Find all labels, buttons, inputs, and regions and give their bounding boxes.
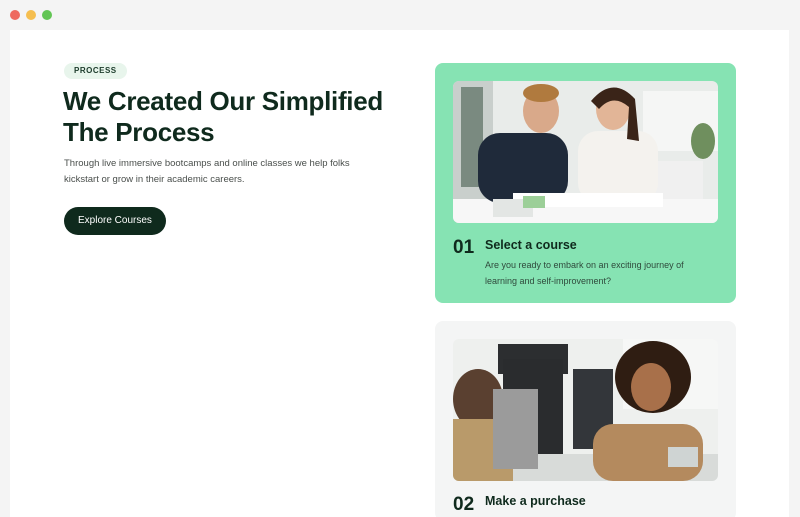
step-number: 01 (453, 237, 475, 258)
two-students-studying-photo (453, 81, 718, 223)
maximize-window-button[interactable] (42, 10, 52, 20)
step-card-1[interactable]: 01 Select a course Are you ready to emba… (435, 63, 736, 303)
step-title: Select a course (485, 238, 577, 252)
hero-description: Through live immersive bootcamps and onl… (64, 158, 350, 185)
minimize-window-button[interactable] (26, 10, 36, 20)
step-card-2[interactable]: 02 Make a purchase (435, 321, 736, 517)
smiling-woman-meeting-photo (453, 339, 718, 481)
page-content: PROCESS We Created Our Simplified The Pr… (10, 30, 789, 517)
step-title: Make a purchase (485, 494, 586, 508)
section-tag: PROCESS (64, 63, 127, 79)
close-window-button[interactable] (10, 10, 20, 20)
page-title: We Created Our Simplified The Process (63, 86, 383, 147)
step-number: 02 (453, 494, 475, 515)
step-description: Are you ready to embark on an exciting j… (485, 260, 684, 286)
browser-titlebar (0, 0, 800, 30)
explore-courses-button[interactable]: Explore Courses (64, 207, 166, 235)
